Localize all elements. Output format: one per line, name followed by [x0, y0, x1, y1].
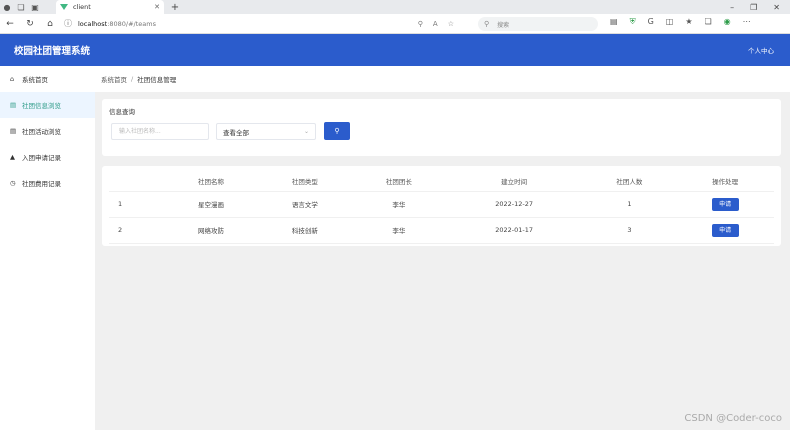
- sidebar-item-home[interactable]: ⌂ 系统首页: [0, 66, 95, 92]
- workspaces-icon[interactable]: ❏: [14, 0, 28, 14]
- apply-button[interactable]: 申请: [711, 223, 739, 237]
- sidebar-item-label: 入团申请记录: [22, 154, 61, 162]
- cell-team-type: 科技创新: [257, 217, 352, 244]
- refresh-icon[interactable]: ↻: [20, 19, 40, 29]
- col-member-count: 社团人数: [582, 171, 677, 192]
- apply-button[interactable]: 申请: [711, 197, 739, 211]
- team-name-input[interactable]: [111, 123, 209, 140]
- inbox-icon: ▲: [10, 153, 15, 161]
- cell-team-leader: 李华: [351, 191, 446, 218]
- col-team-type: 社团类型: [257, 171, 352, 192]
- sidebar-item-label: 社团信息浏览: [22, 102, 61, 110]
- browser-toolbar-icons: ▤ ⛨ G ◫ ★ ❏ ◉ ⋯: [610, 17, 751, 27]
- profile-icon[interactable]: ●: [0, 0, 14, 14]
- sidebar: ⌂ 系统首页 ▤ 社团信息浏览 ▤ 社团活动浏览 ▲ 入团申请记录 ◷ 社团费用…: [0, 66, 95, 430]
- main-content: 系统首页 / 社团信息管理 信息查询 查看全部 ⌄ ⚲ 社团名称 社团类型 社团…: [95, 66, 790, 430]
- extension-g-icon[interactable]: G: [648, 17, 654, 27]
- sidebar-item-team-info[interactable]: ▤ 社团信息浏览: [0, 92, 95, 118]
- cell-team-leader: 李华: [351, 217, 446, 244]
- browser-tab[interactable]: client ✕: [56, 0, 164, 14]
- url-path: :8080/#/teams: [107, 19, 156, 28]
- cell-created-date: 2022-12-27: [445, 191, 583, 218]
- cell-index: 2: [109, 217, 164, 244]
- sidebar-item-team-fees[interactable]: ◷ 社团费用记录: [0, 170, 95, 196]
- breadcrumb: 系统首页 / 社团信息管理: [95, 66, 790, 92]
- teams-table-card: 社团名称 社团类型 社团团长 建立时间 社团人数 操作处理 1 星空漫画 语言文…: [102, 166, 781, 246]
- site-info-icon[interactable]: ⓘ: [64, 18, 72, 29]
- cell-index: 1: [109, 191, 164, 218]
- team-type-selected: 查看全部: [223, 128, 249, 137]
- minimize-icon[interactable]: –: [730, 3, 734, 12]
- cell-actions: 申请: [676, 191, 774, 218]
- key-icon[interactable]: ⚲: [418, 20, 423, 28]
- col-team-name: 社团名称: [164, 171, 258, 192]
- split-screen-icon[interactable]: ▤: [610, 17, 618, 27]
- cell-team-name: 星空漫画: [164, 191, 258, 218]
- sidebar-item-join-applications[interactable]: ▲ 入团申请记录: [0, 144, 95, 170]
- restore-icon[interactable]: ❐: [750, 3, 757, 12]
- browser-tab-title: client: [73, 3, 91, 11]
- breadcrumb-current: 社团信息管理: [137, 76, 177, 84]
- url-field[interactable]: ⓘ localhost:8080/#/teams ⚲ A ☆: [64, 18, 454, 29]
- table-header-row: 社团名称 社团类型 社团团长 建立时间 社团人数 操作处理: [109, 171, 774, 192]
- sidebar-item-label: 社团费用记录: [22, 180, 61, 188]
- shield-icon[interactable]: ⛨: [630, 17, 636, 27]
- cell-team-name: 网络攻防: [164, 217, 258, 244]
- copilot-icon[interactable]: ◉: [724, 17, 731, 27]
- sidebar-item-team-activities[interactable]: ▤ 社团活动浏览: [0, 118, 95, 144]
- col-actions: 操作处理: [676, 171, 774, 192]
- sidebar-item-label: 社团活动浏览: [22, 128, 61, 136]
- cell-member-count: 3: [582, 217, 677, 244]
- search-icon: ⚲: [484, 20, 490, 28]
- search-button[interactable]: ⚲: [324, 122, 350, 140]
- user-center-link[interactable]: 个人中心: [748, 45, 774, 55]
- window-controls: – ❐ ✕: [730, 3, 790, 12]
- col-created-date: 建立时间: [445, 171, 583, 192]
- more-options-icon[interactable]: ⋯: [743, 17, 751, 27]
- folder-icon: ▤: [10, 101, 17, 109]
- read-aloud-icon[interactable]: A: [433, 20, 438, 28]
- cell-team-type: 语言文学: [257, 191, 352, 218]
- clock-icon: ◷: [10, 179, 16, 187]
- teams-table: 社团名称 社团类型 社团团长 建立时间 社团人数 操作处理 1 星空漫画 语言文…: [109, 171, 774, 244]
- breadcrumb-home[interactable]: 系统首页: [101, 74, 127, 84]
- tab-actions-icon[interactable]: ▣: [28, 0, 42, 14]
- close-window-icon[interactable]: ✕: [773, 3, 780, 12]
- close-tab-icon[interactable]: ✕: [154, 3, 160, 11]
- cell-actions: 申请: [676, 217, 774, 244]
- favorite-star-icon[interactable]: ☆: [448, 20, 454, 28]
- browser-address-bar: ← ↻ ⌂ ⓘ localhost:8080/#/teams ⚲ A ☆ ⚲ 搜…: [0, 14, 790, 34]
- col-index: [109, 171, 164, 192]
- col-team-leader: 社团团长: [351, 171, 446, 192]
- browser-tab-bar: ● ❏ ▣ client ✕ + – ❐ ✕: [0, 0, 790, 14]
- query-title: 信息查询: [109, 108, 135, 116]
- cell-created-date: 2022-01-17: [445, 217, 583, 244]
- document-icon: ▤: [10, 127, 17, 135]
- team-type-select[interactable]: 查看全部 ⌄: [216, 123, 316, 140]
- breadcrumb-separator: /: [131, 75, 134, 83]
- new-tab-button[interactable]: +: [168, 2, 182, 13]
- search-icon: ⚲: [334, 127, 340, 135]
- collections-icon[interactable]: ❏: [705, 17, 712, 27]
- watermark: CSDN @Coder-coco: [684, 413, 782, 424]
- vue-logo-icon: [60, 4, 68, 10]
- table-row: 1 星空漫画 语言文学 李华 2022-12-27 1 申请: [109, 191, 774, 218]
- query-card: 信息查询 查看全部 ⌄ ⚲: [102, 99, 781, 156]
- app-header: 校园社团管理系统 个人中心: [0, 34, 790, 66]
- chevron-down-icon: ⌄: [303, 128, 309, 135]
- back-icon[interactable]: ←: [0, 19, 20, 29]
- table-row: 2 网络攻防 科技创新 李华 2022-01-17 3 申请: [109, 217, 774, 244]
- home-browser-icon[interactable]: ⌂: [40, 19, 60, 29]
- browser-search-placeholder: 搜索: [497, 21, 510, 29]
- cell-member-count: 1: [582, 191, 677, 218]
- favorites-icon[interactable]: ★: [685, 17, 692, 27]
- home-icon: ⌂: [10, 75, 15, 83]
- sidebar-item-label: 系统首页: [22, 76, 48, 84]
- app-title: 校园社团管理系统: [14, 46, 91, 57]
- browser-search-box[interactable]: ⚲ 搜索: [478, 17, 598, 31]
- sidebar-toggle-icon[interactable]: ◫: [666, 17, 674, 27]
- url-host: localhost: [78, 19, 108, 28]
